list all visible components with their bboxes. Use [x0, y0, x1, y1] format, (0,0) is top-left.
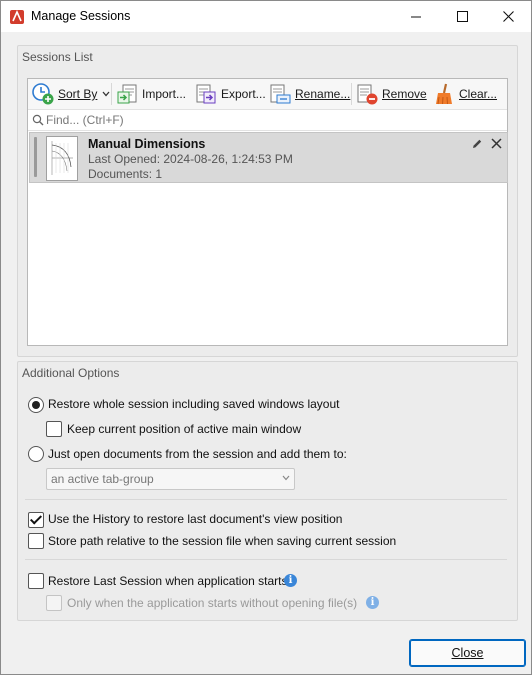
sort-by-label: Sort By — [58, 87, 98, 101]
close-button-label: Close — [451, 646, 484, 660]
store-relative-path-checkbox[interactable] — [28, 533, 44, 549]
sessions-toolbar: Sort By Import... Export... Rename... Re… — [28, 79, 507, 110]
rename-button[interactable]: Rename... — [268, 82, 350, 106]
use-history-label: Use the History to restore last document… — [48, 512, 343, 526]
broom-icon — [436, 83, 452, 105]
only-when-no-files-checkbox — [46, 595, 62, 611]
chevron-down-icon — [282, 475, 290, 481]
remove-session-icon[interactable] — [491, 138, 502, 149]
session-last-opened: Last Opened: 2024-08-26, 1:24:53 PM — [88, 152, 293, 166]
import-button[interactable]: Import... — [115, 82, 186, 106]
close-icon — [502, 11, 514, 22]
info-icon[interactable]: i — [284, 574, 297, 587]
restore-last-session-checkbox[interactable] — [28, 573, 44, 589]
session-documents-count: Documents: 1 — [88, 167, 163, 181]
minimize-icon — [411, 16, 421, 17]
app-logo-icon — [10, 10, 24, 24]
only-when-no-files-label: Only when the application starts without… — [67, 596, 358, 610]
sessions-panel: Sort By Import... Export... Rename... Re… — [27, 78, 508, 346]
close-button[interactable]: Close — [409, 639, 526, 667]
session-list-item[interactable]: Manual Dimensions Last Opened: 2024-08-2… — [29, 132, 508, 183]
window-title: Manage Sessions — [31, 9, 131, 23]
document-thumbnail — [46, 136, 78, 181]
additional-options-title: Additional Options — [22, 366, 120, 380]
toolbar-separator — [111, 83, 112, 105]
import-icon — [117, 84, 137, 104]
sessions-list-group: Sessions List Sort By Import... Export..… — [17, 45, 518, 357]
remove-button[interactable]: Remove — [355, 82, 427, 106]
import-label: Import... — [142, 87, 187, 101]
export-button[interactable]: Export... — [194, 82, 266, 106]
info-icon[interactable]: i — [366, 596, 379, 609]
just-open-documents-label: Just open documents from the session and… — [48, 447, 347, 461]
keep-position-label: Keep current position of active main win… — [67, 422, 302, 436]
target-group-value: an active tab-group — [51, 472, 154, 486]
export-icon — [196, 84, 216, 104]
restore-whole-session-radio[interactable] — [28, 397, 44, 413]
export-label: Export... — [221, 87, 266, 101]
edit-pencil-icon[interactable] — [471, 138, 483, 150]
restore-last-session-label: Restore Last Session when application st… — [48, 574, 288, 588]
find-bar — [28, 110, 507, 131]
toolbar-separator — [351, 83, 352, 105]
chevron-down-icon — [102, 91, 110, 97]
clear-button[interactable]: Clear... — [432, 82, 497, 106]
sort-by-button[interactable]: Sort By — [31, 82, 113, 106]
search-icon — [32, 114, 44, 126]
manage-sessions-dialog: Manage Sessions Sessions List Sort By Im… — [0, 0, 532, 675]
remove-icon — [357, 84, 378, 105]
divider — [25, 499, 507, 500]
keep-position-checkbox[interactable] — [46, 421, 62, 437]
sessions-list-title: Sessions List — [22, 50, 93, 64]
just-open-documents-radio[interactable] — [28, 446, 44, 462]
drag-handle[interactable] — [34, 137, 37, 177]
minimize-button[interactable] — [393, 1, 439, 32]
rename-label: Rename... — [295, 87, 351, 101]
clear-label: Clear... — [459, 87, 498, 101]
session-name: Manual Dimensions — [88, 137, 206, 151]
restore-whole-session-label: Restore whole session including saved wi… — [48, 397, 340, 411]
title-bar: Manage Sessions — [1, 1, 531, 32]
divider — [25, 559, 507, 560]
target-group-select[interactable]: an active tab-group — [46, 468, 295, 490]
maximize-icon — [456, 11, 468, 22]
store-relative-path-label: Store path relative to the session file … — [48, 534, 397, 548]
maximize-button[interactable] — [439, 1, 485, 32]
rename-icon — [270, 84, 291, 104]
close-window-button[interactable] — [485, 1, 531, 32]
find-input[interactable] — [46, 111, 501, 129]
remove-label: Remove — [382, 87, 427, 101]
sort-clock-icon — [32, 83, 54, 105]
use-history-checkbox[interactable] — [28, 512, 44, 528]
